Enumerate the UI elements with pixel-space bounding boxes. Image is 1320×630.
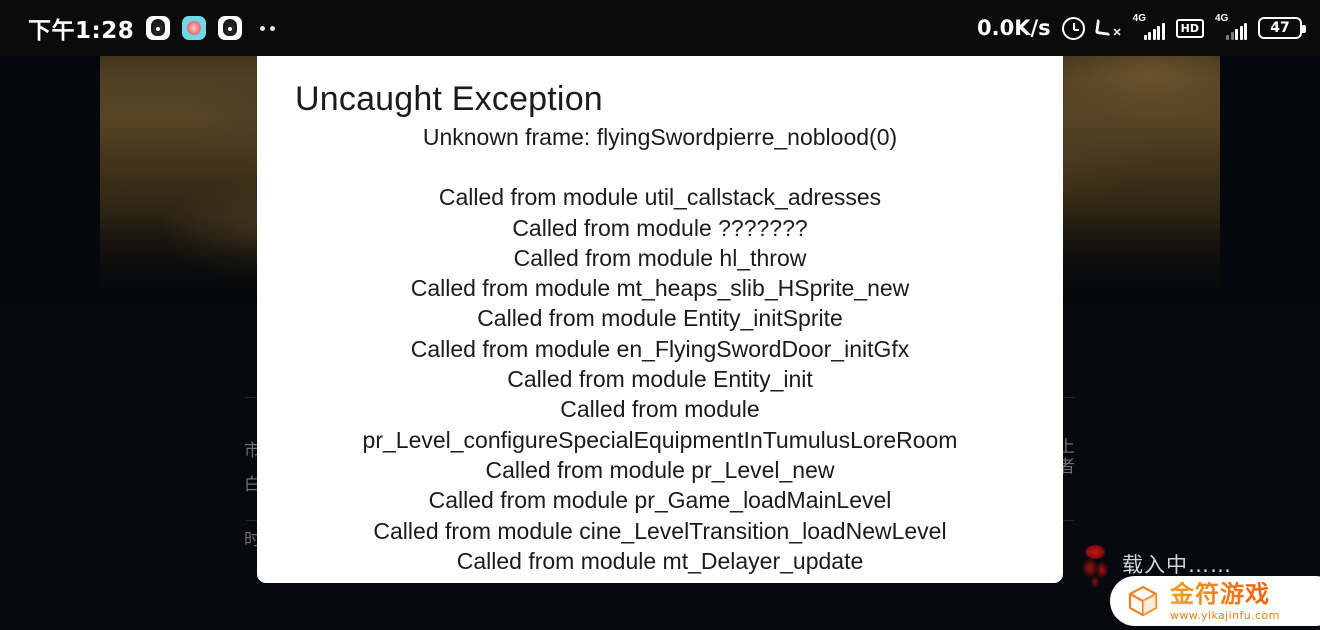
sim1-network-label: 4G (1132, 13, 1146, 24)
uncaught-exception-dialog: Uncaught Exception Unknown frame: flying… (257, 48, 1063, 583)
sim2-network-label: 4G (1215, 13, 1229, 24)
dialog-title: Uncaught Exception (295, 80, 603, 118)
network-speed-label: 0.0K/s (977, 16, 1051, 40)
stack-line: Called from module Entity_initSprite (477, 305, 843, 332)
hd-voice-icon: HD (1175, 18, 1204, 38)
stack-line: Called from module mt_heaps_slib_HSprite… (410, 275, 910, 302)
stack-line: Called from module pr_Game_loadMainLevel (428, 487, 892, 514)
stack-line: Called from module ??????? (512, 214, 808, 241)
qq-app-icon-2 (218, 16, 243, 40)
phone-silent-icon: ✕ (1094, 17, 1122, 39)
exception-subtitle: Unknown frame: flyingSwordpierre_noblood… (422, 124, 898, 150)
status-bar-left: 下午1:28 (28, 11, 276, 45)
watermark-brand: 金符游戏 (1170, 582, 1280, 606)
status-bar: 下午1:28 0.0K/s ✕ 4G HD 4G 47 (0, 0, 1320, 56)
status-bar-right: 0.0K/s ✕ 4G HD 4G 47 (977, 13, 1306, 40)
stack-line: Called from module util_callstack_adress… (438, 184, 882, 211)
more-notifications-dots-icon (260, 25, 276, 31)
stack-line: Called from module mt_Delayer_update (456, 547, 864, 574)
watermark-url: www.yikajinfu.com (1170, 608, 1280, 622)
site-watermark: 金符游戏 www.yikajinfu.com (1110, 576, 1320, 626)
alarm-clock-icon (1061, 16, 1085, 40)
red-sigil-icon (1078, 540, 1112, 588)
stack-line: Called from module en_FlyingSwordDoor_in… (410, 335, 910, 362)
sim1-signal-icon: 4G (1132, 13, 1165, 40)
watermark-text: 金符游戏 www.yikajinfu.com (1170, 582, 1280, 621)
phone-screen: 市 白 时 上 者 载入中…… 下午1:28 0.0K/s ✕ 4G HD 4G… (0, 0, 1320, 630)
clock-label: 下午1:28 (28, 18, 135, 44)
stack-line: Called from module pr_Level_new (485, 456, 835, 483)
qq-app-icon (146, 16, 171, 40)
loading-label: 载入中…… (1122, 553, 1232, 577)
cyan-app-icon (182, 16, 207, 40)
stack-line: Called from module hl_throw (513, 244, 807, 271)
sim2-signal-icon: 4G (1215, 13, 1247, 40)
battery-indicator: 47 (1258, 17, 1306, 39)
stack-line: Called from module pr_Level_configureSpe… (362, 396, 958, 453)
cube-logo-icon (1126, 584, 1160, 618)
dialog-body: Unknown frame: flyingSwordpierre_noblood… (257, 119, 1063, 576)
stack-line: Called from module cine_LevelTransition_… (373, 517, 947, 544)
stack-line: Called from module Entity_init (507, 366, 813, 393)
